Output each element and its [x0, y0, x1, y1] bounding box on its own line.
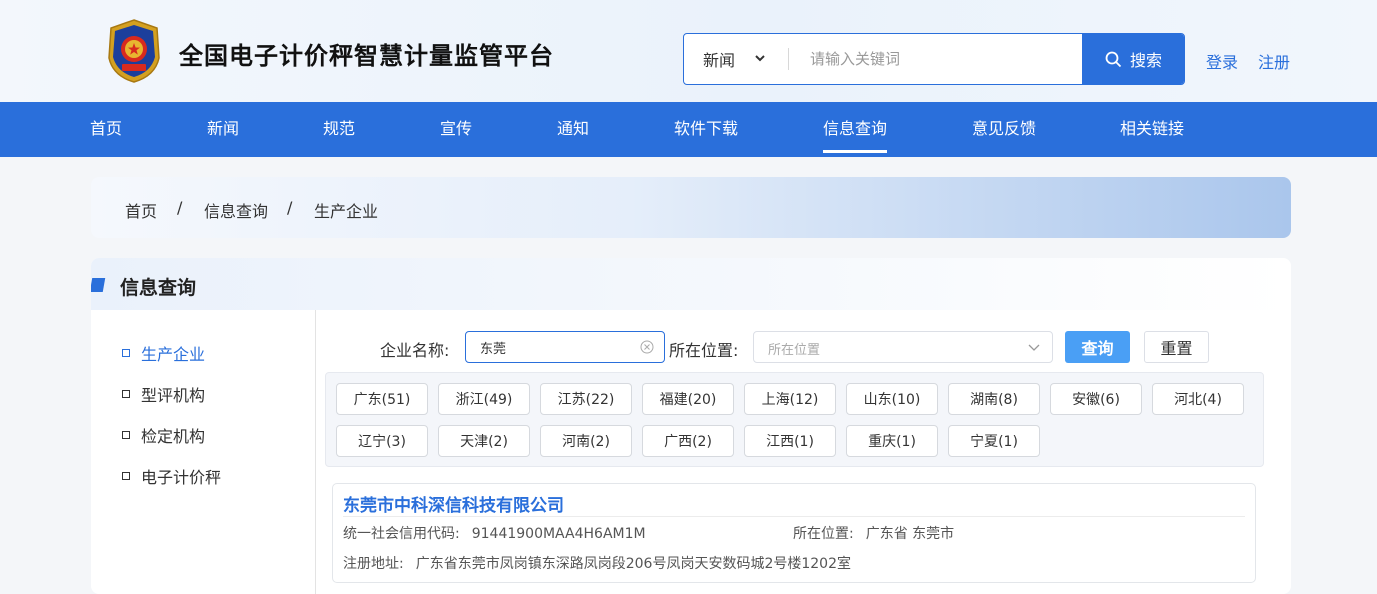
- chevron-down-icon: [1028, 344, 1040, 351]
- info-query-panel: 信息查询 生产企业 型评机构 检定机构 电子计价秤 企业名称: 所在位置: 所在…: [91, 258, 1291, 594]
- breadcrumb-current: 生产企业: [314, 202, 379, 221]
- location-placeholder: 所在位置: [768, 343, 821, 358]
- nav-item-software-download[interactable]: 软件下载: [674, 102, 738, 157]
- province-chip[interactable]: 宁夏(1): [948, 425, 1040, 457]
- clear-icon[interactable]: [640, 340, 654, 354]
- province-chip[interactable]: 广东(51): [336, 383, 428, 415]
- location-label: 所在位置:: [669, 341, 739, 360]
- province-chip[interactable]: 上海(12): [744, 383, 836, 415]
- sidebar-item-manufacturers[interactable]: 生产企业: [122, 341, 205, 365]
- address-label: 注册地址:: [343, 556, 404, 572]
- title-marker: [91, 278, 106, 292]
- nav-item-feedback[interactable]: 意见反馈: [972, 102, 1036, 157]
- breadcrumb: 首页 / 信息查询 / 生产企业: [91, 177, 1291, 238]
- company-name-input[interactable]: [465, 331, 665, 363]
- nav-item-standards[interactable]: 规范: [323, 102, 355, 157]
- square-bullet-icon: [122, 472, 130, 480]
- location-select[interactable]: 所在位置: [753, 331, 1053, 363]
- sidebar-item-type-evaluation[interactable]: 型评机构: [122, 382, 205, 406]
- province-chip[interactable]: 浙江(49): [438, 383, 530, 415]
- search-button[interactable]: 搜索: [1082, 34, 1184, 84]
- sidebar-item-verification[interactable]: 检定机构: [122, 423, 205, 447]
- search-icon: [1105, 51, 1122, 67]
- panel-title: 信息查询: [120, 277, 197, 299]
- province-chip[interactable]: 天津(2): [438, 425, 530, 457]
- province-chip[interactable]: 江西(1): [744, 425, 836, 457]
- province-chip[interactable]: 重庆(1): [846, 425, 938, 457]
- credit-code-label: 统一社会信用代码:: [343, 526, 460, 542]
- search-button-label: 搜索: [1129, 51, 1162, 70]
- sidebar: 生产企业 型评机构 检定机构 电子计价秤: [91, 310, 316, 594]
- square-bullet-icon: [122, 349, 130, 357]
- square-bullet-icon: [122, 431, 130, 439]
- nav-item-home[interactable]: 首页: [90, 102, 122, 157]
- address-row: 注册地址: 广东省东莞市凤岗镇东深路凤岗段206号凤岗天安数码城2号楼1202室: [343, 553, 851, 573]
- sidebar-item-label: 检定机构: [141, 427, 206, 446]
- breadcrumb-info-query[interactable]: 信息查询: [204, 198, 268, 222]
- register-link[interactable]: 注册: [1258, 49, 1290, 73]
- province-chip[interactable]: 江苏(22): [540, 383, 632, 415]
- company-name-link[interactable]: 东莞市中科深信科技有限公司: [343, 491, 564, 516]
- nav-item-news[interactable]: 新闻: [207, 102, 239, 157]
- sidebar-item-label: 电子计价秤: [141, 468, 222, 487]
- breadcrumb-separator: /: [287, 198, 293, 217]
- nav-item-notices[interactable]: 通知: [557, 102, 589, 157]
- reset-button[interactable]: 重置: [1144, 331, 1209, 363]
- result-card: 东莞市中科深信科技有限公司 统一社会信用代码: 91441900MAA4H6AM1…: [332, 483, 1256, 583]
- sidebar-item-label: 型评机构: [141, 386, 206, 405]
- province-chip[interactable]: 福建(20): [642, 383, 734, 415]
- credit-code-value: 91441900MAA4H6AM1M: [471, 526, 646, 542]
- search-category-label: 新闻: [703, 51, 736, 70]
- province-chip[interactable]: 山东(10): [846, 383, 938, 415]
- square-bullet-icon: [122, 390, 130, 398]
- nav-item-info-query[interactable]: 信息查询: [823, 102, 888, 157]
- province-chip[interactable]: 广西(2): [642, 425, 734, 457]
- main-nav: 首页 新闻 规范 宣传 通知 软件下载 信息查询 意见反馈 相关链接: [0, 102, 1377, 157]
- site-header: 全国电子计价秤智慧计量监管平台 新闻 搜索 登录 注册: [0, 0, 1377, 102]
- breadcrumb-home[interactable]: 首页: [125, 198, 157, 222]
- query-button[interactable]: 查询: [1065, 331, 1130, 363]
- police-emblem-logo[interactable]: [105, 18, 163, 84]
- search-box: 新闻 搜索: [683, 33, 1185, 85]
- province-chip[interactable]: 安徽(6): [1050, 383, 1142, 415]
- login-link[interactable]: 登录: [1206, 49, 1238, 73]
- search-input[interactable]: [796, 34, 1081, 84]
- sidebar-item-scales[interactable]: 电子计价秤: [122, 464, 221, 488]
- site-title: 全国电子计价秤智慧计量监管平台: [179, 42, 554, 70]
- location-field-label: 所在位置:: [793, 526, 854, 542]
- nav-item-related-links[interactable]: 相关链接: [1120, 102, 1184, 157]
- location-value: 广东省 东莞市: [865, 526, 955, 542]
- nav-item-publicity[interactable]: 宣传: [440, 102, 472, 157]
- province-chip[interactable]: 河南(2): [540, 425, 632, 457]
- province-chip[interactable]: 辽宁(3): [336, 425, 428, 457]
- card-divider: [343, 516, 1245, 517]
- chevron-down-icon: [755, 55, 765, 62]
- location-row: 所在位置: 广东省 东莞市: [793, 523, 954, 543]
- province-chip[interactable]: 河北(4): [1152, 383, 1244, 415]
- breadcrumb-separator: /: [177, 198, 183, 217]
- address-value: 广东省东莞市凤岗镇东深路凤岗段206号凤岗天安数码城2号楼1202室: [415, 556, 851, 572]
- panel-header: 信息查询: [91, 258, 1291, 310]
- credit-code-row: 统一社会信用代码: 91441900MAA4H6AM1M: [343, 523, 646, 543]
- province-chips: 广东(51) 浙江(49) 江苏(22) 福建(20) 上海(12) 山东(10…: [325, 372, 1264, 467]
- search-category-select[interactable]: 新闻: [684, 34, 788, 84]
- search-divider: [788, 48, 789, 70]
- company-name-label: 企业名称:: [380, 341, 450, 360]
- province-chip[interactable]: 湖南(8): [948, 383, 1040, 415]
- sidebar-item-label: 生产企业: [141, 345, 206, 364]
